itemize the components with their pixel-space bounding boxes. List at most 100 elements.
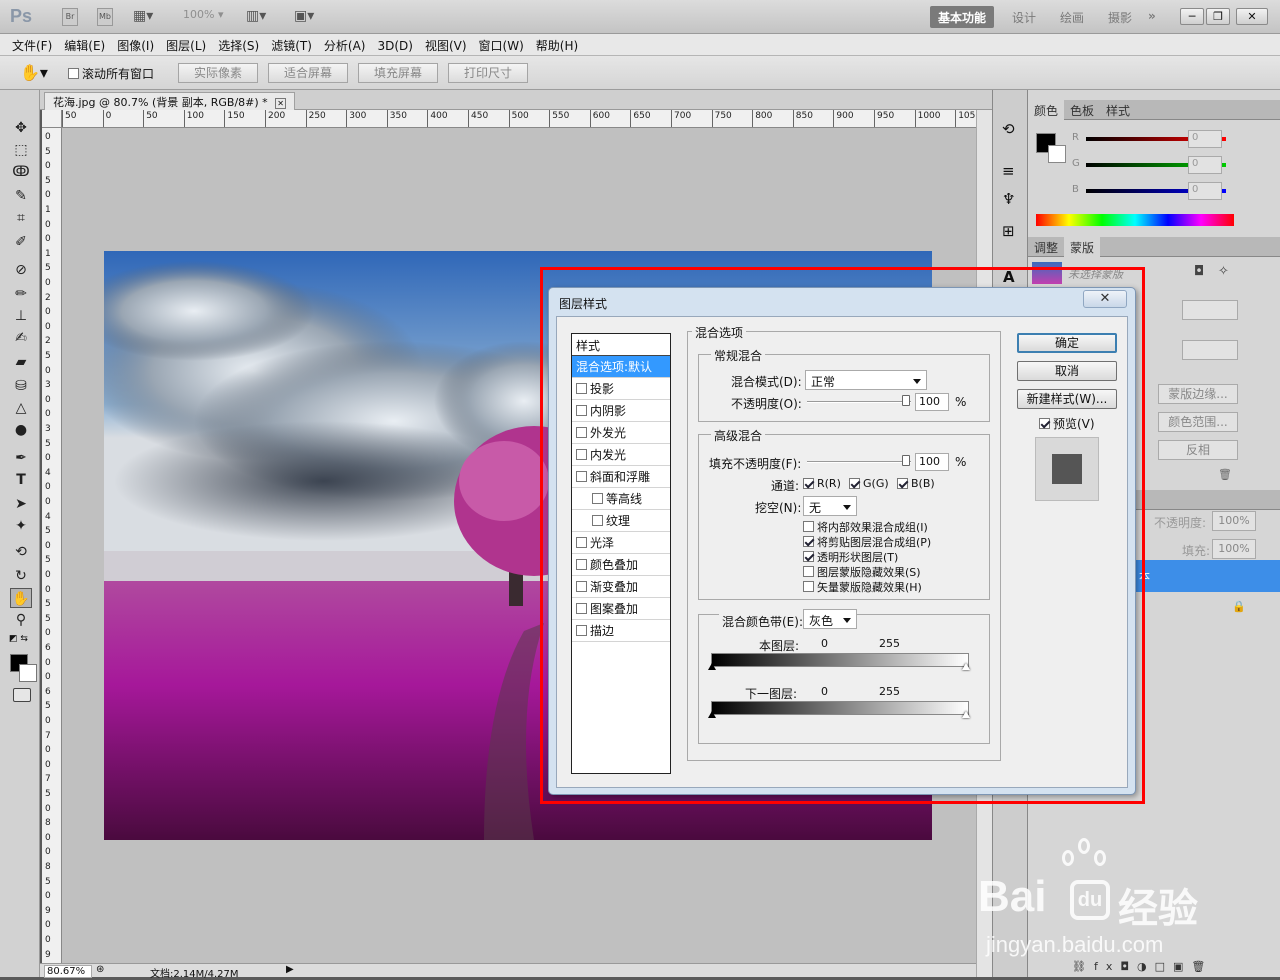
move-tool-icon[interactable]: ✥: [10, 118, 32, 138]
workspace-essentials[interactable]: 基本功能: [930, 6, 995, 28]
green-slider[interactable]: G: [1072, 158, 1226, 174]
layer-opacity-field[interactable]: 100%: [1212, 511, 1256, 531]
menu-3d[interactable]: 3D(D): [371, 36, 418, 56]
brush-presets-icon[interactable]: ≡: [1002, 162, 1015, 180]
vertical-ruler[interactable]: 0 5 0 5 0 1 0 0 1 5 0 2 0 0 2 5 0 3 0 0 3 5 0 4 0 0 4 5 0 5 0 0 5 5 0 6 0 0 6 5…: [42, 128, 62, 963]
print-size-button[interactable]: 打印尺寸: [448, 63, 528, 83]
blue-slider[interactable]: B: [1072, 184, 1226, 200]
mini-bridge-icon[interactable]: Mb: [97, 8, 113, 26]
fill-screen-button[interactable]: 填充屏幕: [358, 63, 438, 83]
layer-row-selected[interactable]: 本: [1136, 560, 1280, 592]
menu-view[interactable]: 视图(V): [419, 34, 473, 57]
blur-tool-icon[interactable]: △: [10, 398, 32, 418]
workspace-more-button[interactable]: »: [1140, 6, 1164, 28]
close-window-button[interactable]: ✕: [1236, 8, 1268, 25]
tab-color[interactable]: 颜色: [1028, 100, 1065, 121]
menu-file[interactable]: 文件(F): [6, 34, 58, 57]
density-field[interactable]: [1182, 300, 1238, 320]
menu-layer[interactable]: 图层(L): [160, 34, 212, 57]
tab-masks[interactable]: 蒙版: [1064, 237, 1101, 258]
menu-filter[interactable]: 滤镜(T): [265, 34, 318, 57]
arrange-documents-icon[interactable]: ▥▾: [246, 8, 266, 26]
document-tab[interactable]: 花海.jpg @ 80.7% (背景 副本, RGB/8#) * ✕: [44, 92, 296, 110]
ruler-top-tick-label: 350: [389, 111, 407, 121]
pen-tool-icon[interactable]: ✒: [10, 448, 32, 468]
red-slider[interactable]: R: [1072, 132, 1226, 148]
hand-tool-preset-icon[interactable]: ✋▾: [20, 63, 48, 82]
hand-tool-icon[interactable]: ✋: [10, 588, 32, 608]
mask-edge-button[interactable]: 蒙版边缘...: [1158, 384, 1238, 404]
screen-mode-icon[interactable]: ▣▾: [294, 8, 314, 26]
menu-edit[interactable]: 编辑(E): [58, 34, 111, 57]
close-tab-icon[interactable]: ✕: [275, 98, 287, 109]
healing-brush-tool-icon[interactable]: ⊘: [10, 260, 32, 280]
clone-source-icon[interactable]: ⊞: [1002, 222, 1015, 240]
path-selection-tool-icon[interactable]: ➤: [10, 494, 32, 514]
eyedropper-tool-icon[interactable]: ✐: [10, 232, 32, 252]
view-extras-icon[interactable]: ▦▾: [133, 8, 153, 26]
actual-pixels-button[interactable]: 实际像素: [178, 63, 258, 83]
bridge-icon[interactable]: Br: [62, 8, 78, 26]
horizontal-ruler[interactable]: 50 0 50 100 150 200 250 300 350 400 450 500 550 600 65…: [62, 110, 976, 128]
crop-tool-icon[interactable]: ⌗: [10, 208, 32, 228]
tab-swatches[interactable]: 色板: [1064, 100, 1100, 121]
blue-value[interactable]: 0: [1188, 182, 1222, 200]
default-colors-icon[interactable]: ◩ ⇆: [9, 634, 28, 644]
menu-select[interactable]: 选择(S): [212, 34, 265, 57]
fit-screen-button[interactable]: 适合屏幕: [268, 63, 348, 83]
lasso-tool-icon[interactable]: ↂ: [10, 162, 32, 182]
clone-stamp-tool-icon[interactable]: ⊥: [10, 306, 32, 326]
menu-help[interactable]: 帮助(H): [530, 34, 584, 57]
scroll-all-checkbox-box[interactable]: [68, 68, 79, 79]
tab-styles[interactable]: 样式: [1100, 100, 1136, 121]
workspace-painting[interactable]: 绘画: [1052, 6, 1092, 28]
paint-bucket-tool-icon[interactable]: ⛁: [10, 376, 32, 396]
3d-rotate-tool-icon[interactable]: ⟲: [10, 542, 32, 562]
dodge-tool-icon[interactable]: ●: [10, 420, 32, 440]
status-info-icon[interactable]: ⊛: [96, 964, 104, 975]
zoom-percent-field[interactable]: 80.67%: [44, 965, 92, 978]
status-menu-arrow-icon[interactable]: ▶: [286, 964, 294, 975]
restore-button[interactable]: ❐: [1206, 8, 1230, 25]
pixel-mask-icon[interactable]: ◘: [1194, 264, 1204, 279]
menu-image[interactable]: 图像(I): [111, 34, 160, 57]
ruler-origin[interactable]: [42, 110, 62, 128]
menu-window[interactable]: 窗口(W): [473, 34, 530, 57]
3d-orbit-tool-icon[interactable]: ↻: [10, 566, 32, 586]
shape-tool-icon[interactable]: ✦: [10, 516, 32, 536]
ruler-left-tick-label: 4: [45, 511, 51, 522]
marquee-tool-icon[interactable]: ⬚: [10, 140, 32, 160]
delete-mask-icon[interactable]: 🗑: [1218, 468, 1232, 481]
history-panel-icon[interactable]: ⟲: [1002, 120, 1015, 138]
color-panel-tabs: 颜色 色板 样式: [1028, 100, 1280, 121]
zoom-tool-icon[interactable]: ⚲: [10, 610, 32, 630]
invert-button[interactable]: 反相: [1158, 440, 1238, 460]
ruler-left-tick-label: 5: [45, 146, 51, 157]
eraser-tool-icon[interactable]: ▰: [10, 352, 32, 372]
menu-analysis[interactable]: 分析(A): [318, 34, 372, 57]
background-color-swatch[interactable]: [19, 664, 37, 682]
scroll-all-windows-checkbox[interactable]: 滚动所有窗口: [68, 65, 154, 82]
panel-background-swatch[interactable]: [1048, 145, 1066, 163]
ruler-left-tick-label: 5: [45, 876, 51, 887]
color-range-button[interactable]: 颜色范围...: [1158, 412, 1238, 432]
zoom-level-select[interactable]: 100% ▾: [183, 8, 223, 26]
tab-adjustments[interactable]: 调整: [1028, 237, 1064, 258]
quick-mask-icon[interactable]: [13, 688, 31, 702]
vector-mask-icon[interactable]: ✧: [1218, 264, 1229, 279]
type-tool-icon[interactable]: T: [10, 470, 32, 490]
ruler-left-tick-label: 6: [45, 686, 51, 697]
tool-presets-icon[interactable]: ♆: [1002, 190, 1015, 208]
layer-fill-field[interactable]: 100%: [1212, 539, 1256, 559]
workspace-photography[interactable]: 摄影: [1100, 6, 1140, 28]
feather-field[interactable]: [1182, 340, 1238, 360]
brush-tool-icon[interactable]: ✏: [10, 284, 32, 304]
workspace-design[interactable]: 设计: [1004, 6, 1044, 28]
red-value[interactable]: 0: [1188, 130, 1222, 148]
ruler-top-tick-label: 750: [714, 111, 732, 121]
green-value[interactable]: 0: [1188, 156, 1222, 174]
minimize-button[interactable]: ─: [1180, 8, 1204, 25]
color-spectrum-bar[interactable]: [1036, 214, 1234, 226]
quick-select-tool-icon[interactable]: ✎: [10, 186, 32, 206]
history-brush-tool-icon[interactable]: ✍: [10, 328, 32, 348]
